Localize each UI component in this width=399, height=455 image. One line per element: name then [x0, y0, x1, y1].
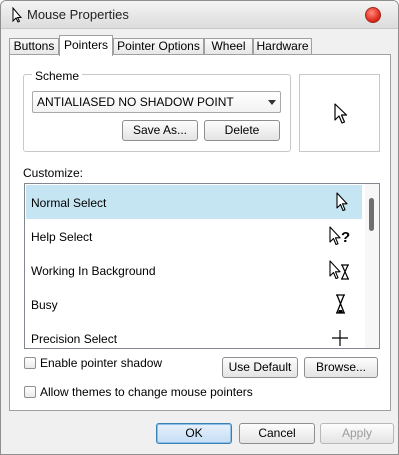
pointer-preview	[299, 74, 380, 152]
scrollbar-thumb[interactable]	[369, 198, 374, 231]
list-item-label: Precision Select	[31, 332, 118, 346]
delete-button[interactable]: Delete	[204, 120, 280, 141]
hourglass-icon	[336, 294, 345, 314]
scheme-dropdown-value: ANTIALIASED NO SHADOW POINT	[37, 95, 234, 109]
crosshair-icon	[332, 330, 348, 346]
tab-hardware[interactable]: Hardware	[253, 38, 312, 55]
help-pointer-icon: ?	[329, 226, 350, 246]
tab-strip: Buttons Pointers Pointer Options Wheel H…	[1, 35, 398, 56]
tab-pointer-options[interactable]: Pointer Options	[113, 38, 204, 55]
list-item-working-in-background[interactable]: Working In Background	[26, 253, 362, 287]
mouse-app-icon	[12, 7, 23, 23]
list-scrollbar[interactable]	[365, 184, 379, 348]
pointers-panel: Scheme ANTIALIASED NO SHADOW POINT Save …	[9, 54, 391, 411]
title-bar[interactable]: Mouse Properties	[1, 1, 398, 29]
svg-text:?: ?	[341, 229, 350, 246]
list-item-label: Working In Background	[31, 264, 156, 278]
arrow-pointer-icon	[334, 103, 348, 124]
customize-label: Customize:	[23, 166, 84, 180]
browse-button[interactable]: Browse...	[304, 357, 378, 378]
list-item-normal-select[interactable]: Normal Select	[26, 185, 362, 219]
mouse-properties-window: Mouse Properties Buttons Pointers Pointe…	[0, 0, 399, 455]
list-item-label: Normal Select	[31, 196, 107, 210]
list-item-precision-select[interactable]: Precision Select	[26, 321, 362, 348]
tab-pointers[interactable]: Pointers	[59, 35, 113, 56]
enable-shadow-label: Enable pointer shadow	[40, 356, 163, 370]
list-item-label: Busy	[31, 298, 58, 312]
list-item-busy[interactable]: Busy	[26, 287, 362, 321]
use-default-button[interactable]: Use Default	[222, 357, 298, 378]
allow-themes-option[interactable]: Allow themes to change mouse pointers	[24, 385, 284, 400]
working-pointer-icon	[329, 260, 349, 280]
window-title: Mouse Properties	[27, 7, 129, 22]
chevron-down-icon	[268, 100, 276, 105]
list-item-label: Help Select	[31, 230, 93, 244]
enable-shadow-checkbox[interactable]	[24, 357, 36, 369]
arrow-pointer-icon	[336, 192, 348, 212]
scheme-group-label: Scheme	[32, 69, 83, 83]
enable-shadow-option[interactable]: Enable pointer shadow	[24, 356, 194, 371]
tab-buttons[interactable]: Buttons	[9, 38, 59, 55]
apply-button[interactable]: Apply	[320, 423, 394, 444]
allow-themes-label: Allow themes to change mouse pointers	[40, 385, 253, 399]
scheme-dropdown[interactable]: ANTIALIASED NO SHADOW POINT	[32, 91, 281, 113]
save-as-button[interactable]: Save As...	[122, 120, 198, 141]
list-item-help-select[interactable]: Help Select ?	[26, 219, 362, 253]
ok-button[interactable]: OK	[156, 423, 232, 444]
pointer-list[interactable]: Normal Select Help Select ? Working In B…	[24, 183, 380, 349]
cancel-button[interactable]: Cancel	[239, 423, 315, 444]
allow-themes-checkbox[interactable]	[24, 386, 36, 398]
tab-wheel[interactable]: Wheel	[204, 38, 253, 55]
close-icon[interactable]	[365, 7, 381, 23]
